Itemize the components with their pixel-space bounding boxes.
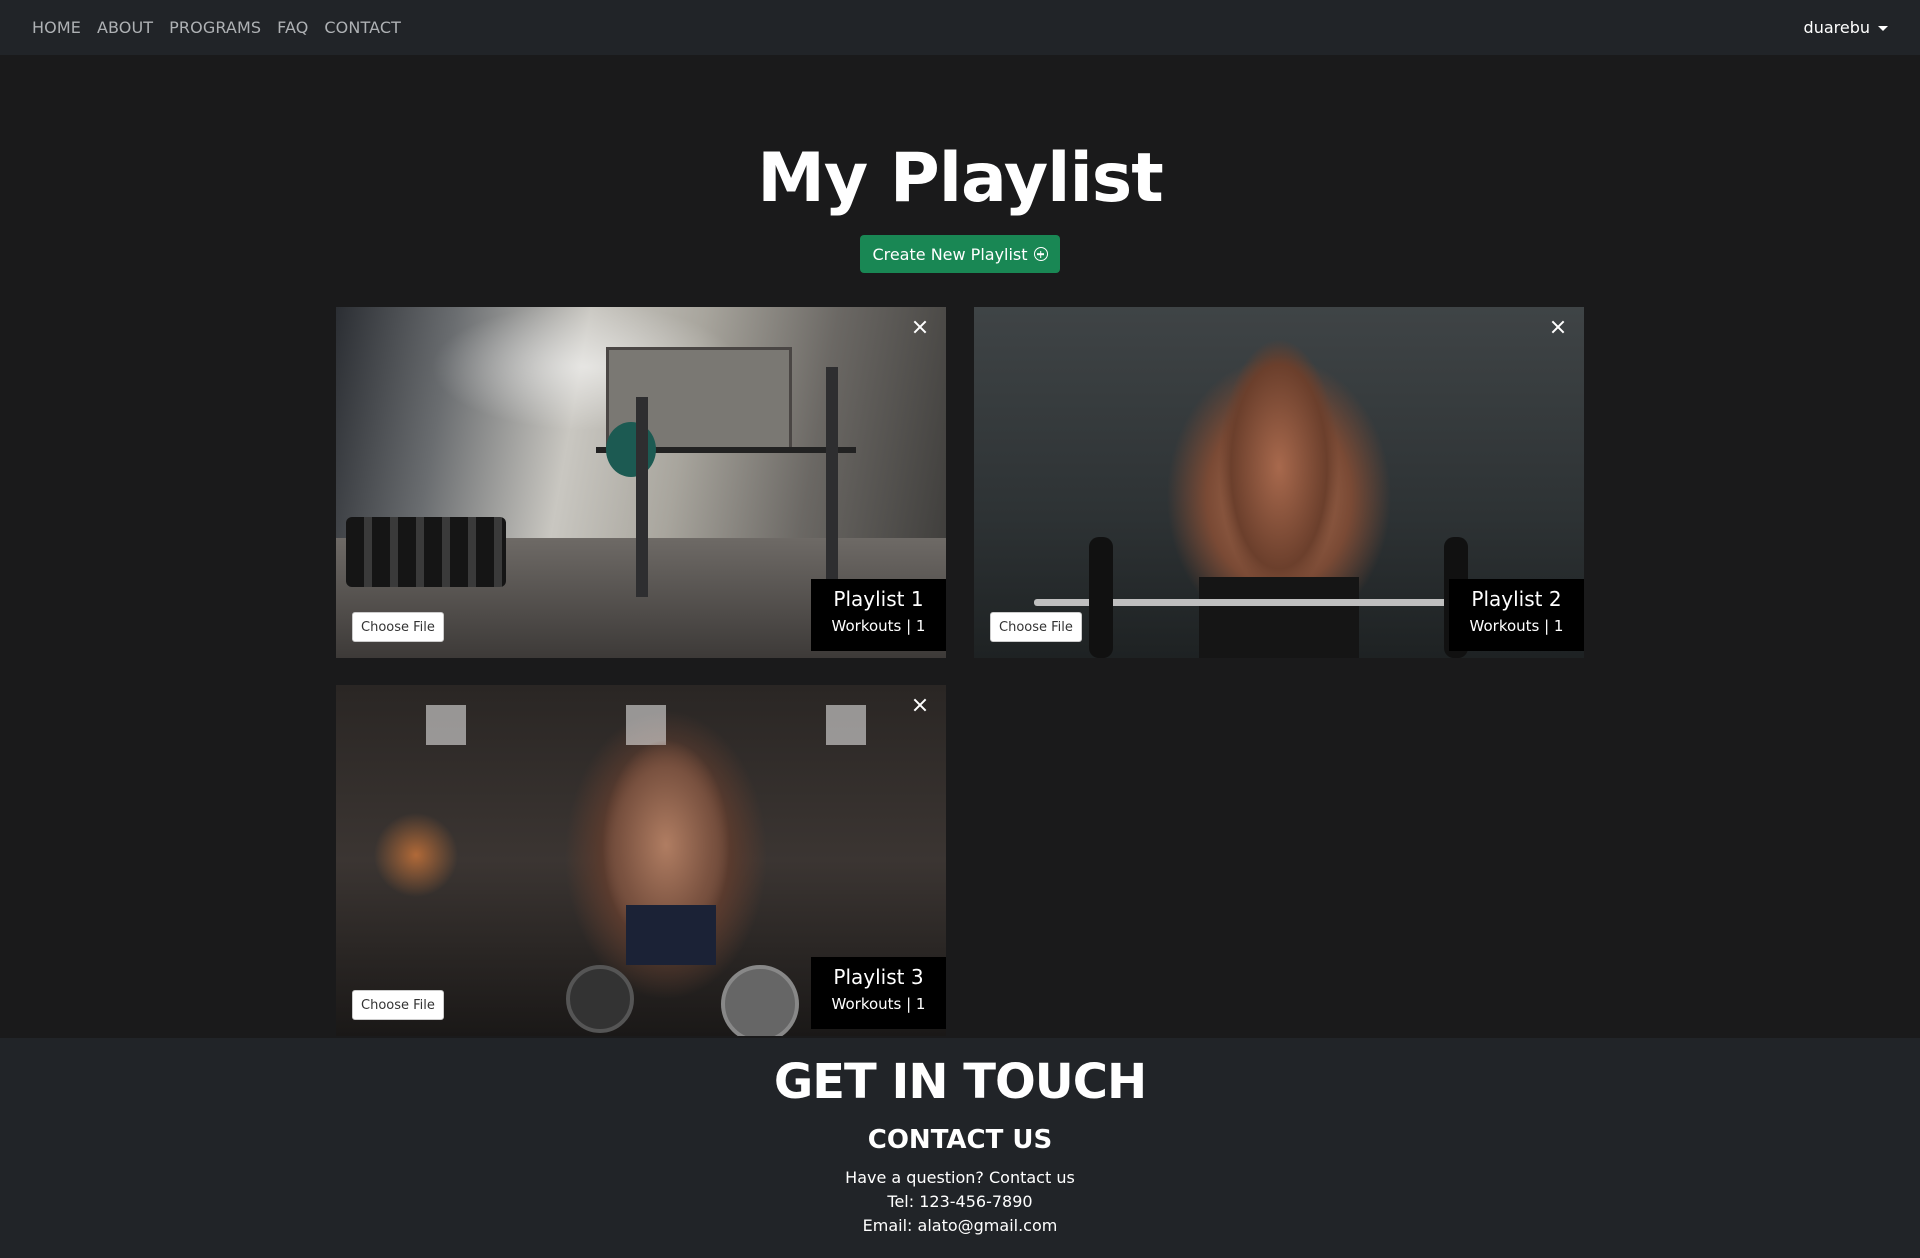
playlist-info: Playlist 3 Workouts | 1 <box>811 957 946 1029</box>
footer-title: GET IN TOUCH <box>773 1054 1147 1110</box>
user-dropdown[interactable]: duarebu <box>1804 18 1888 37</box>
playlist-name: Playlist 2 <box>1471 587 1562 611</box>
page-title: My Playlist <box>757 139 1164 218</box>
choose-file-button[interactable]: Choose File <box>990 612 1082 642</box>
playlist-grid: Choose File Playlist 1 Workouts | 1 Choo… <box>336 307 1584 1036</box>
contact-tel: Tel: 123-456-7890 <box>887 1192 1033 1211</box>
create-button-wrap: Create New Playlist <box>0 235 1920 273</box>
close-icon[interactable] <box>910 695 930 715</box>
athlete-shorts <box>1199 577 1359 658</box>
contact-question: Have a question? Contact us <box>845 1168 1075 1187</box>
top-navbar: HOME ABOUT PROGRAMS FAQ CONTACT duarebu <box>0 0 1920 55</box>
nav-link-home[interactable]: HOME <box>32 18 81 37</box>
username: duarebu <box>1803 18 1870 37</box>
playlist-info: Playlist 2 Workouts | 1 <box>1449 579 1584 651</box>
playlist-card[interactable]: Choose File Playlist 2 Workouts | 1 <box>974 307 1584 658</box>
nav-link-contact[interactable]: CONTACT <box>324 18 401 37</box>
rack-post-left <box>636 397 648 597</box>
playlist-card[interactable]: Choose File Playlist 1 Workouts | 1 <box>336 307 946 658</box>
contact-details: Have a question? Contact us Tel: 123-456… <box>0 1166 1920 1238</box>
nav-links: HOME ABOUT PROGRAMS FAQ CONTACT <box>32 18 401 37</box>
contact-title: CONTACT US <box>867 1125 1053 1155</box>
choose-file-button[interactable]: Choose File <box>352 990 444 1020</box>
weight-plate-left <box>566 965 634 1033</box>
playlist-card[interactable]: Choose File Playlist 3 Workouts | 1 <box>336 685 946 1036</box>
weight-plate-right <box>721 965 799 1036</box>
footer: GET IN TOUCH CONTACT US Have a question?… <box>0 1038 1920 1258</box>
nav-link-faq[interactable]: FAQ <box>277 18 308 37</box>
plus-circle-icon <box>1033 247 1048 261</box>
playlist-info: Playlist 1 Workouts | 1 <box>811 579 946 651</box>
rack-post-right <box>826 367 838 597</box>
athlete-shorts <box>626 905 716 965</box>
playlist-name: Playlist 1 <box>833 587 924 611</box>
playlist-workouts: Workouts | 1 <box>831 617 926 635</box>
weight-plate <box>606 422 656 477</box>
create-playlist-label: Create New Playlist <box>872 244 1028 264</box>
close-icon[interactable] <box>1548 317 1568 337</box>
nav-link-programs[interactable]: PROGRAMS <box>169 18 261 37</box>
playlist-workouts: Workouts | 1 <box>1469 617 1564 635</box>
nav-link-about[interactable]: ABOUT <box>97 18 153 37</box>
playlist-workouts: Workouts | 1 <box>831 995 926 1013</box>
choose-file-button[interactable]: Choose File <box>352 612 444 642</box>
close-icon[interactable] <box>910 317 930 337</box>
caret-down-icon <box>1878 26 1888 31</box>
weight-plate-left <box>1089 537 1113 658</box>
contact-email: Email: alato@gmail.com <box>862 1216 1058 1235</box>
dumbbell-rack <box>346 517 506 587</box>
playlist-name: Playlist 3 <box>833 965 924 989</box>
create-playlist-button[interactable]: Create New Playlist <box>860 235 1060 273</box>
